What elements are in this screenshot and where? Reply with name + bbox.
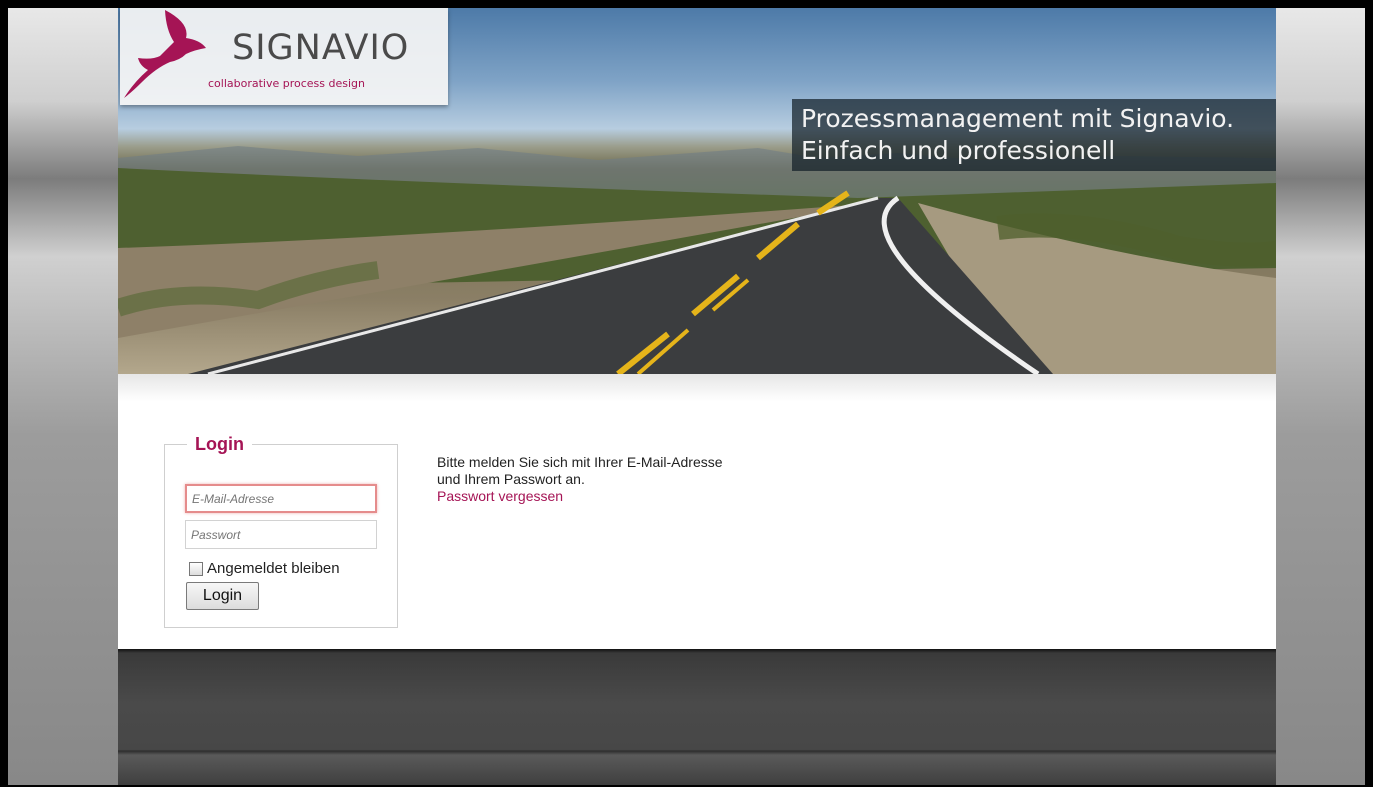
background-left	[8, 8, 118, 785]
header-banner: SIGNAVIO collaborative process design Pr…	[118, 8, 1276, 374]
password-field[interactable]	[185, 520, 377, 549]
login-legend: Login	[195, 434, 244, 454]
antelope-logo-icon	[124, 10, 206, 98]
brand-name: SIGNAVIO	[232, 28, 410, 68]
login-form: Login Angemeldet bleiben Login	[164, 434, 398, 628]
remember-checkbox[interactable]	[189, 561, 203, 576]
page-container: SIGNAVIO collaborative process design Pr…	[118, 8, 1276, 785]
headline-line-1: Prozessmanagement mit Signavio.	[801, 104, 1235, 133]
instructions-text: Bitte melden Sie sich mit Ihrer E-Mail-A…	[437, 454, 723, 487]
login-button[interactable]: Login	[186, 582, 259, 610]
logo[interactable]: SIGNAVIO collaborative process design	[120, 8, 448, 105]
login-instructions: Bitte melden Sie sich mit Ihrer E-Mail-A…	[437, 454, 727, 505]
email-field[interactable]	[185, 484, 377, 513]
remember-me[interactable]: Angemeldet bleiben	[189, 560, 340, 577]
forgot-password-link[interactable]: Passwort vergessen	[437, 488, 727, 505]
browser-viewport: SIGNAVIO collaborative process design Pr…	[8, 8, 1365, 785]
login-section: Login Angemeldet bleiben Login Bitte mel…	[118, 374, 1276, 649]
headline-line-2: Einfach und professionell	[801, 136, 1116, 165]
footer	[118, 649, 1276, 785]
banner-headline: Prozessmanagement mit Signavio. Einfach …	[792, 99, 1276, 171]
remember-label: Angemeldet bleiben	[207, 560, 340, 577]
brand-tagline: collaborative process design	[208, 77, 366, 90]
